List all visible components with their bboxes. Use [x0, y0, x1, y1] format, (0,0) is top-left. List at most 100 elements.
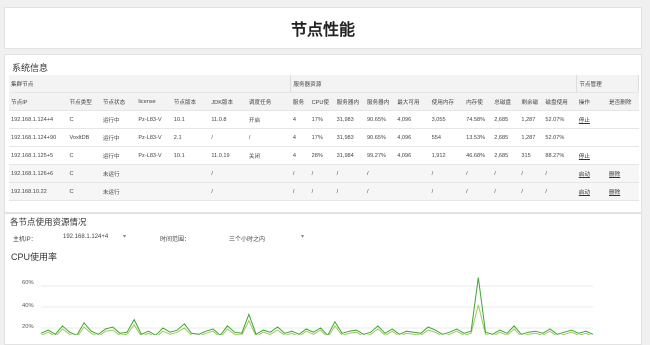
cpu-usage-chart: [40, 277, 594, 335]
column-header: license: [136, 92, 172, 111]
table-cell: 17%: [309, 110, 335, 129]
delete-button[interactable]: 删除: [607, 164, 639, 183]
table-cell: /: [309, 164, 335, 183]
table-cell: 1,912: [429, 146, 465, 165]
table-cell: 运行中: [100, 110, 137, 129]
table-cell: 192.168.1.125+5: [9, 146, 68, 165]
table-cell: /: [492, 182, 520, 201]
table-cell: [395, 164, 430, 183]
table-cell: [136, 182, 172, 201]
table-cell: 2,685: [492, 146, 520, 165]
table-cell: Pz-L83-V: [136, 128, 172, 147]
page-title: 节点性能: [290, 22, 355, 39]
table-cell: Pz-L83-V: [136, 110, 172, 129]
table-cell: 未运行: [100, 164, 137, 183]
table-cell: /: [209, 164, 247, 183]
table-cell: 4: [290, 110, 310, 129]
table-cell: /: [429, 164, 465, 183]
table-cell: 2,685: [492, 128, 520, 147]
table-cell: [395, 182, 430, 201]
table-cell: [607, 146, 639, 165]
column-header: 节点状态: [100, 92, 137, 111]
delete-button[interactable]: 删除: [607, 182, 639, 201]
column-header: 调度任务: [246, 92, 291, 111]
table-cell: 2,685: [492, 110, 520, 129]
column-header: 节点版本: [171, 92, 210, 111]
table-cell: 未运行: [100, 182, 137, 201]
table-cell: 192.168.1.124+90: [9, 128, 68, 147]
table-cell: [246, 182, 291, 201]
table-cell: 运行中: [100, 146, 137, 165]
table-cell: 31,983: [334, 128, 365, 147]
table-cell: /: [543, 182, 577, 201]
table-cell: 31,984: [334, 146, 365, 165]
table-cell: 4: [290, 128, 310, 147]
column-header: CPU使: [309, 92, 335, 111]
table-cell: C: [67, 164, 101, 183]
group-cluster-nodes: 集群节点: [9, 75, 292, 93]
table-row: 192.168.1.124+4 C 运行中 Pz-L83-V 10.1 11.0.8 开启 4…: [9, 110, 639, 129]
table-cell: /: [429, 182, 465, 201]
column-header: 操作: [576, 92, 608, 111]
table-cell: 46.68%: [464, 146, 493, 165]
table-cell: 13.53%: [464, 128, 493, 147]
table-cell: 10.1: [171, 110, 210, 129]
table-cell: VoxltDB: [67, 128, 101, 147]
stop-button[interactable]: 停止: [576, 146, 608, 165]
table-cell: 192.168.1.124+4: [9, 110, 68, 129]
table-cell: 开启: [246, 110, 291, 129]
column-header: 磁盘使用: [543, 92, 577, 111]
table-cell: [171, 182, 210, 201]
table-cell: 4,096: [395, 146, 430, 165]
start-button[interactable]: 启动: [576, 164, 608, 183]
table-cell: C: [67, 110, 101, 129]
table-cell: [607, 110, 639, 129]
stop-button[interactable]: 停止: [576, 110, 608, 129]
table-cell: 52.07%: [543, 128, 577, 147]
table-cell: 52.07%: [543, 110, 577, 129]
resource-usage-panel: 各节点使用资源情况 主机IP： 192.168.1.124+4 ▾ 时间范围： …: [4, 213, 642, 345]
table-cell: /: [209, 182, 247, 201]
table-cell: 554: [429, 128, 465, 147]
column-header: 服务器内: [334, 92, 365, 111]
table-cell: /: [364, 182, 396, 201]
table-cell: /: [290, 164, 310, 183]
table-row: 192.168.10.22 C 未运行 / / / / / / / / / / 启动 删除: [9, 182, 639, 201]
column-header: 总磁盘: [492, 92, 520, 111]
table-cell: 10.1: [171, 146, 210, 165]
column-header: 剩余磁: [519, 92, 544, 111]
page-header: 节点性能: [4, 7, 642, 49]
table-cell: /: [464, 182, 493, 201]
table-cell: [171, 164, 210, 183]
system-info-title: 系统信息: [12, 63, 49, 73]
table-cell: 3,055: [429, 110, 465, 129]
table-cell: /: [309, 182, 335, 201]
table-cell: 315: [519, 146, 544, 165]
system-info-panel: 系统信息 集群节点 服务器资源 节点管理 节点IP 节点类型 节点状态 license…: [4, 54, 642, 213]
table-cell: [576, 128, 608, 147]
group-node-management: 节点管理: [576, 75, 639, 93]
table-cell: /: [519, 164, 544, 183]
start-button[interactable]: 启动: [576, 182, 608, 201]
table-cell: 4,096: [395, 110, 430, 129]
table-row: 192.168.1.124+90 VoxltDB 运行中 Pz-L83-V 2.1//4…: [9, 128, 639, 147]
table-cell: 1,287: [519, 110, 544, 129]
table-cell: Pz-L83-V: [136, 146, 172, 165]
group-server-resources: 服务器资源: [290, 75, 578, 93]
table-cell: /: [334, 164, 365, 183]
group-header-row: 集群节点 服务器资源 节点管理: [9, 75, 639, 93]
column-header: 服务: [290, 92, 310, 111]
table-cell: 90.65%: [364, 128, 396, 147]
table-cell: 4,096: [395, 128, 430, 147]
table-cell: 31,983: [334, 110, 365, 129]
table-cell: 运行中: [100, 128, 137, 147]
column-header-row: 节点IP 节点类型 节点状态 license 节点版本 JDK版本 调度任务 服务 CPU使 服务…: [9, 92, 639, 111]
table-cell: 192.168.1.126+6: [9, 164, 68, 183]
table-cell: 88.27%: [543, 146, 577, 165]
table-cell: /: [209, 128, 247, 147]
table-cell: 2.1: [171, 128, 210, 147]
column-header: 最大可用: [395, 92, 430, 111]
table-cell: 192.168.10.22: [9, 182, 68, 201]
table-cell: [136, 164, 172, 183]
column-header: 使用内存: [429, 92, 465, 111]
